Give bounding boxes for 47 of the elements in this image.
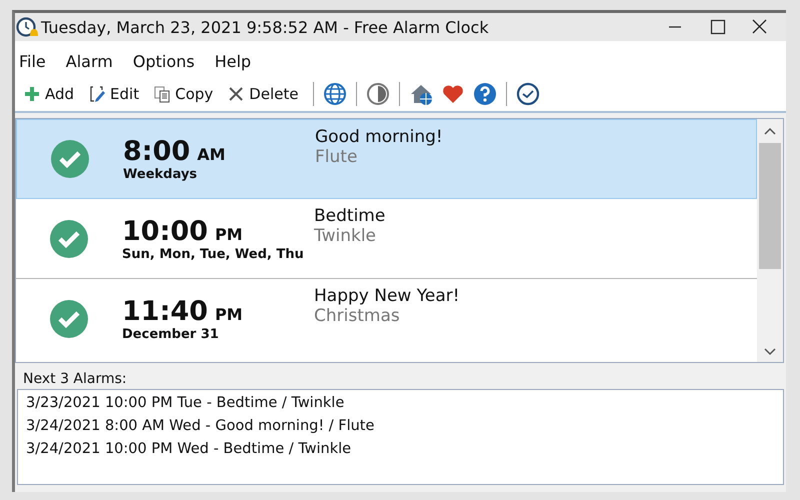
check-circle-icon[interactable] (51, 140, 89, 178)
window-title: Tuesday, March 23, 2021 9:58:52 AM - Free Alarm Clock (41, 18, 489, 36)
help-icon[interactable] (473, 82, 498, 106)
globe-icon[interactable] (323, 82, 348, 106)
scroll-thumb[interactable] (759, 143, 781, 269)
toolbar-button[interactable]: Add (19, 83, 78, 105)
menu-item[interactable]: File (19, 52, 54, 70)
repeat-days: December 31 (122, 327, 219, 342)
alarm-sound: Twinkle (314, 226, 377, 246)
scroll-up-icon[interactable] (764, 127, 776, 135)
contrast-icon[interactable] (366, 82, 390, 106)
menu-item[interactable]: Help (214, 52, 260, 70)
list-entry: 3/24/2021 10:00 PM Wed - Bedtime / Twinkle (26, 440, 352, 459)
alarm-row[interactable]: 8:00 AM Weekdays Good morning! Flute (16, 119, 757, 199)
scrollbar[interactable] (757, 119, 783, 362)
repeat-days: Weekdays (123, 167, 198, 182)
alarm-time: 8:00 (123, 136, 190, 167)
toolbar-button[interactable]: Delete (223, 83, 302, 105)
alarm-title: Good morning! (315, 127, 443, 147)
house-globe-icon[interactable] (409, 82, 434, 106)
repeat-days: Sun, Mon, Tue, Wed, Thu (122, 246, 304, 262)
am-pm-label: AM (197, 145, 226, 164)
toolbar-button[interactable]: Edit (84, 83, 144, 105)
menu-item[interactable]: Options (132, 52, 203, 70)
check-circle-icon[interactable] (50, 220, 88, 258)
alarm-row[interactable]: 10:00 PM Sun, Mon, Tue, Wed, Thu Bedtime Twinkle (16, 199, 757, 279)
alarm-title: Happy New Year! (314, 286, 460, 306)
alarm-row[interactable]: 11:40 PM December 31 Happy New Year! Christmas (16, 279, 757, 359)
toolbar-button[interactable]: Copy (149, 83, 218, 105)
scroll-down-icon[interactable] (764, 348, 776, 356)
check-circle-icon[interactable] (50, 300, 88, 338)
alarm-sound: Christmas (314, 306, 401, 326)
am-pm-label: PM (214, 305, 243, 324)
app-clock-icon (16, 16, 38, 38)
alarm-time: 10:00 (122, 216, 208, 246)
list-entry: 3/23/2021 10:00 PM Tue - Bedtime / Twinkle (26, 394, 346, 413)
alarm-time: 11:40 (122, 296, 208, 327)
x-icon (227, 85, 246, 103)
alarm-title: Bedtime (314, 206, 386, 226)
copy-icon (153, 85, 172, 103)
edit-icon (88, 85, 106, 103)
plus-icon (23, 85, 41, 103)
menu-item[interactable]: Alarm (66, 52, 121, 70)
section-label: Next 3 Alarms: (23, 371, 128, 387)
list-entry: 3/24/2021 8:00 AM Wed - Good morning! / Flute (26, 417, 376, 436)
am-pm-label: PM (214, 224, 243, 244)
alarm-sound: Flute (315, 147, 358, 167)
